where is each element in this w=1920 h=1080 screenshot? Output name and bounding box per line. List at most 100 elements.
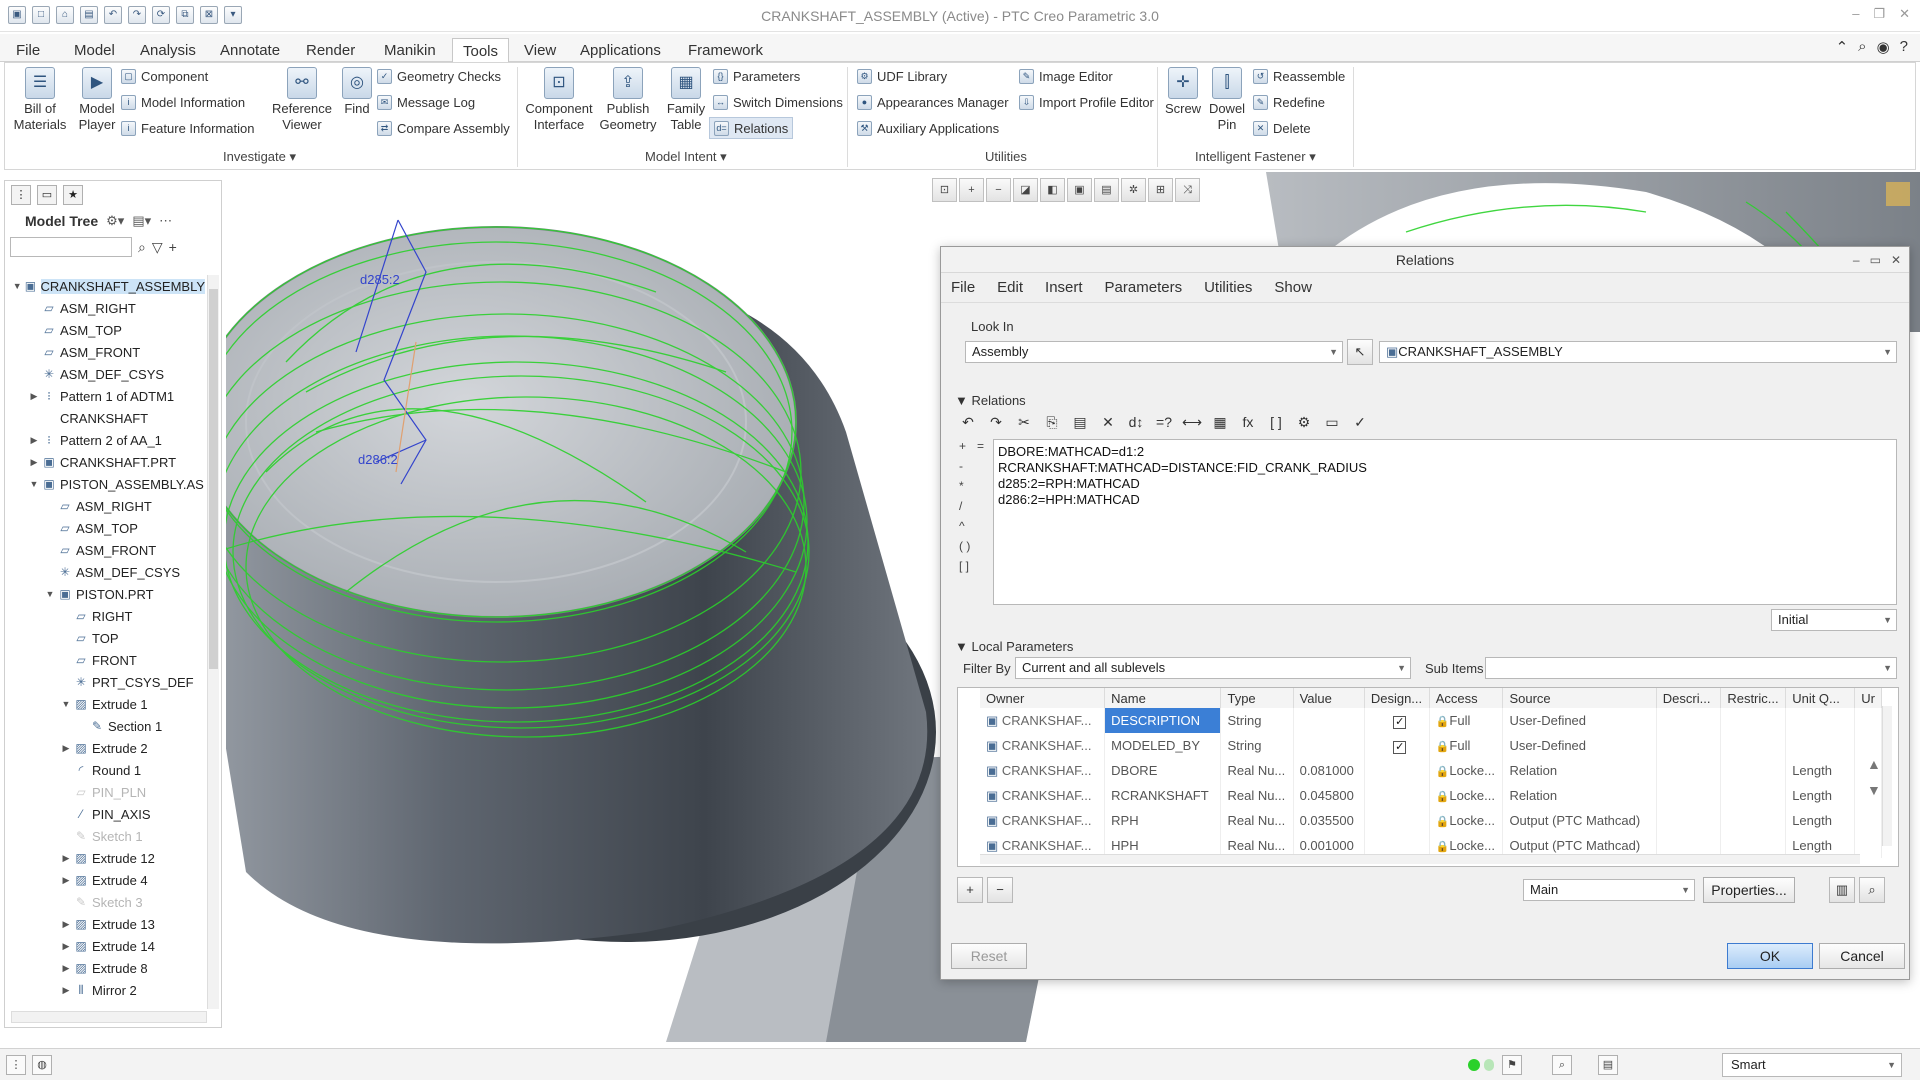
column-header[interactable]: Type	[1220, 688, 1294, 708]
switch-dimensions-button[interactable]: ↔ Switch Dimensions	[713, 91, 843, 113]
help-icon[interactable]: ?	[1900, 38, 1908, 56]
properties-button[interactable]: Properties...	[1703, 877, 1795, 903]
unit-cell[interactable]	[1785, 708, 1856, 733]
find-button[interactable]: ◎ Find	[339, 67, 375, 117]
expand-arrow-icon[interactable]: ▶	[59, 853, 73, 864]
reference-viewer-button[interactable]: ⚯ Reference Viewer	[267, 67, 337, 133]
name-cell[interactable]: MODELED_BY	[1104, 733, 1222, 758]
tree-item[interactable]: ▱ ASM_RIGHT	[5, 495, 205, 517]
expand-arrow-icon[interactable]: ▶	[59, 985, 73, 996]
value-cell[interactable]: 0.035500	[1293, 808, 1365, 833]
tree-item[interactable]: CRANKSHAFT	[5, 407, 205, 429]
designate-cell[interactable]	[1364, 808, 1430, 833]
operator-parentheses[interactable]: ( )	[959, 539, 970, 553]
minimize-icon[interactable]: –	[1852, 6, 1859, 22]
reset-button[interactable]: Reset	[951, 943, 1027, 969]
designate-cell[interactable]	[1364, 783, 1430, 808]
source-cell[interactable]: Output (PTC Mathcad)	[1502, 808, 1657, 833]
zoom-in-icon[interactable]: +	[959, 178, 984, 202]
insert-function-icon[interactable]: fx	[1237, 411, 1259, 433]
show-navigator-icon[interactable]: ⋮	[6, 1055, 26, 1075]
filter-icon[interactable]: ▽	[152, 239, 163, 256]
relations-section-toggle[interactable]: ▼ Relations	[955, 393, 1026, 408]
tree-item[interactable]: ◜ Round 1	[5, 759, 205, 781]
tab-applications[interactable]: Applications	[570, 38, 671, 62]
owner-cell[interactable]: ▣ CRANKSHAF...	[980, 733, 1106, 758]
screw-button[interactable]: ✛ Screw	[1163, 67, 1203, 117]
find-status-icon[interactable]: ⌕	[1552, 1055, 1572, 1075]
tab-analysis[interactable]: Analysis	[130, 38, 206, 62]
params-vertical-scrollbar[interactable]	[1882, 706, 1892, 846]
dialog-maximize-icon[interactable]: ▭	[1870, 247, 1881, 273]
source-cell[interactable]: User-Defined	[1502, 708, 1657, 733]
source-cell[interactable]: Relation	[1502, 758, 1657, 783]
type-cell[interactable]: Real Nu...	[1220, 783, 1294, 808]
owner-cell[interactable]: ▣ CRANKSHAF...	[980, 708, 1106, 733]
favorites-tab-icon[interactable]: ★	[63, 185, 83, 205]
flag-icon[interactable]: ⚑	[1502, 1055, 1522, 1075]
publish-geometry-button[interactable]: ⇪ Publish Geometry	[597, 67, 659, 133]
units-icon[interactable]: ✓	[1349, 411, 1371, 433]
tree-item[interactable]: ▶ ⁝ Pattern 1 of ADTM1	[5, 385, 205, 407]
show-browser-icon[interactable]: ◍	[32, 1055, 52, 1075]
bill-of-materials-button[interactable]: ☰ Bill of Materials	[11, 67, 69, 133]
type-cell[interactable]: String	[1220, 733, 1294, 758]
tree-item[interactable]: ▶ ▨ Extrude 4	[5, 869, 205, 891]
designate-cell[interactable]	[1364, 758, 1430, 783]
designate-checkbox[interactable]: ✓	[1393, 740, 1407, 754]
tree-item[interactable]: ▼ ▣ PISTON_ASSEMBLY.AS	[5, 473, 205, 495]
display-values-icon[interactable]: ▦	[1209, 411, 1231, 433]
type-cell[interactable]: String	[1220, 708, 1294, 733]
owner-cell[interactable]: ▣ CRANKSHAF...	[980, 783, 1106, 808]
tree-item[interactable]: ▼ ▣ PISTON.PRT	[5, 583, 205, 605]
access-cell[interactable]: 🔒Locke...	[1429, 808, 1504, 833]
undo-icon[interactable]: ↶	[957, 411, 979, 433]
operator-multiply[interactable]: *	[959, 479, 970, 493]
value-cell[interactable]: 0.081000	[1293, 758, 1365, 783]
model-information-button[interactable]: i Model Information	[121, 91, 245, 113]
table-row[interactable]: ▣ CRANKSHAF... DESCRIPTION String ✓ 🔒Full Use…	[980, 708, 1882, 733]
move-up-icon[interactable]: ▲	[1867, 751, 1881, 777]
tree-item[interactable]: ▱ PIN_PLN	[5, 781, 205, 803]
tab-tools[interactable]: Tools	[452, 38, 510, 62]
access-cell[interactable]: 🔒Locke...	[1429, 783, 1504, 808]
value-cell[interactable]: 0.045800	[1293, 783, 1365, 808]
column-header[interactable]: Unit Q...	[1785, 688, 1856, 708]
tree-search-input[interactable]	[10, 237, 132, 257]
insert-parameter-icon[interactable]: [ ]	[1265, 411, 1287, 433]
model-player-button[interactable]: ▶ Model Player	[71, 67, 123, 133]
tree-item[interactable]: ✎ Section 1	[5, 715, 205, 737]
tab-file[interactable]: File	[6, 38, 50, 62]
tree-item[interactable]: ▶ ▨ Extrude 2	[5, 737, 205, 759]
dialog-menu-file[interactable]: File	[951, 279, 975, 296]
source-cell[interactable]: Relation	[1502, 783, 1657, 808]
tree-item[interactable]: ▱ ASM_TOP	[5, 517, 205, 539]
look-in-type-select[interactable]: Assembly ▼	[965, 341, 1343, 363]
collapse-arrow-icon[interactable]: ▼	[27, 479, 41, 489]
access-cell[interactable]: 🔒Full	[1429, 733, 1504, 758]
access-cell[interactable]: 🔒Locke...	[1429, 758, 1504, 783]
access-cell[interactable]: 🔒Full	[1429, 708, 1504, 733]
paste-icon[interactable]: ▤	[1069, 411, 1091, 433]
operator-equals[interactable]: =	[977, 439, 984, 453]
group-label-model-intent[interactable]: Model Intent ▾	[645, 149, 727, 165]
owner-cell[interactable]: ▣ CRANKSHAF...	[980, 758, 1106, 783]
column-header[interactable]: Descri...	[1656, 688, 1722, 708]
dialog-menu-edit[interactable]: Edit	[997, 279, 1023, 296]
compare-assembly-button[interactable]: ⇄ Compare Assembly	[377, 117, 510, 139]
unit-cell[interactable]: Length	[1785, 758, 1856, 783]
sort-relations-icon[interactable]: ⚙	[1293, 411, 1315, 433]
table-row[interactable]: ▣ CRANKSHAF... RPH Real Nu... 0.035500 🔒Lock…	[980, 808, 1882, 833]
add-parameter-icon[interactable]: +	[957, 877, 983, 903]
community-icon[interactable]: ◉	[1877, 38, 1890, 56]
tab-manikin[interactable]: Manikin	[374, 38, 446, 62]
parameters-button[interactable]: {} Parameters	[713, 65, 800, 87]
saved-views-icon[interactable]: ▣	[1067, 178, 1092, 202]
operator-brackets[interactable]: [ ]	[959, 559, 970, 573]
show-dimension-names-icon[interactable]: d↕	[1125, 411, 1147, 433]
zoom-out-icon[interactable]: −	[986, 178, 1011, 202]
sub-items-select[interactable]: ▼	[1485, 657, 1897, 679]
dialog-menu-show[interactable]: Show	[1274, 279, 1312, 296]
designate-checkbox[interactable]: ✓	[1393, 715, 1407, 729]
regeneration-status-icon[interactable]	[1468, 1059, 1480, 1071]
